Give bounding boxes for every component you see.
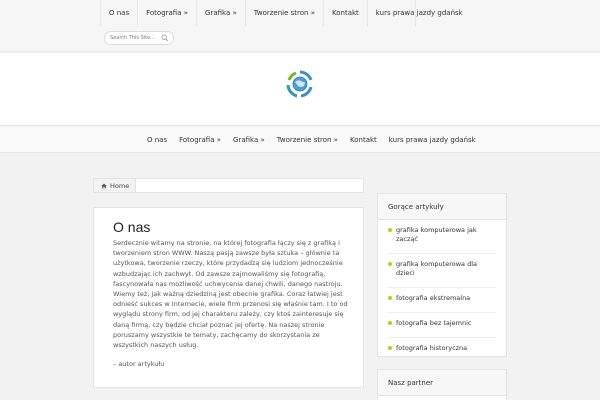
search-icon[interactable] [161,34,169,42]
top-nav-kurs-prawa-jazdy[interactable]: kurs prawa jazdy gdańsk [368,0,473,26]
breadcrumb-home[interactable]: Home [94,179,137,192]
search-input[interactable] [110,33,162,43]
hot-article-link[interactable]: fotografia bez tajemnic [396,319,472,327]
hot-articles-widget: Gorące artykuły grafika komputerowa jak … [377,193,507,357]
hot-articles-title: Gorące artykuły [378,194,506,220]
breadcrumb-home-label[interactable]: Home [110,182,129,190]
hot-article-link[interactable]: fotografia ekstremalna [396,294,470,302]
article-author: – autor artykułu [113,360,165,368]
home-icon [101,183,107,188]
bullet-dot-icon [388,321,392,325]
top-nav: O nas Fotografia » Grafika » Tworzenie s… [100,0,473,26]
top-nav-grafika[interactable]: Grafika » [197,0,246,26]
main-nav-fotografia[interactable]: Fotografia » [173,127,227,153]
top-nav-kontakt[interactable]: Kontakt [324,0,368,26]
hot-article-item[interactable]: fotografia ekstremalna [388,294,496,313]
article-title: O nas [113,219,151,235]
bullet-dot-icon [388,346,392,350]
globe-logo-icon[interactable] [286,70,314,98]
main-nav-grafika[interactable]: Grafika » [227,127,271,153]
partner-widget: Nasz partner [377,369,507,400]
top-bar: O nas Fotografia » Grafika » Tworzenie s… [0,0,600,52]
main-nav-o-nas[interactable]: O nas [141,127,173,153]
breadcrumb: Home [93,178,364,193]
hot-article-link[interactable]: grafika komputerowa dla dzieci [396,260,477,277]
bullet-dot-icon [388,262,392,266]
top-bar-divider [415,0,416,26]
hot-article-item[interactable]: grafika komputerowa jak zacząć [388,226,496,254]
top-nav-fotografia[interactable]: Fotografia » [138,0,198,26]
top-nav-tworzenie-stron[interactable]: Tworzenie stron » [246,0,324,26]
bullet-dot-icon [388,296,392,300]
top-nav-o-nas[interactable]: O nas [101,0,139,26]
site-header [0,53,600,126]
main-nav-tworzenie-stron[interactable]: Tworzenie stron » [271,127,344,153]
bullet-dot-icon [388,228,392,232]
main-nav-kurs-prawa-jazdy[interactable]: kurs prawa jazdy gdańsk [383,127,482,153]
search-box [104,31,174,45]
main-nav-kontakt[interactable]: Kontakt [344,127,383,153]
hot-article-item[interactable]: grafika komputerowa dla dzieci [388,260,496,288]
main-nav-items: O nas Fotografia » Grafika » Tworzenie s… [141,127,482,153]
article: O nas Serdecznie witamy na stronie, na k… [93,207,364,388]
hot-article-item[interactable]: fotografia bez tajemnic [388,319,496,338]
main-nav: O nas Fotografia » Grafika » Tworzenie s… [0,127,600,153]
hot-article-link[interactable]: grafika komputerowa jak zacząć [396,226,477,243]
partner-title: Nasz partner [378,370,506,396]
hot-article-link[interactable]: fotografia historyczna [396,344,467,352]
article-body: Serdecznie witamy na stronie, na której … [113,239,348,350]
hot-article-item[interactable]: fotografia historyczna [388,344,496,362]
hot-articles-list: grafika komputerowa jak zacząć grafika k… [378,220,506,362]
